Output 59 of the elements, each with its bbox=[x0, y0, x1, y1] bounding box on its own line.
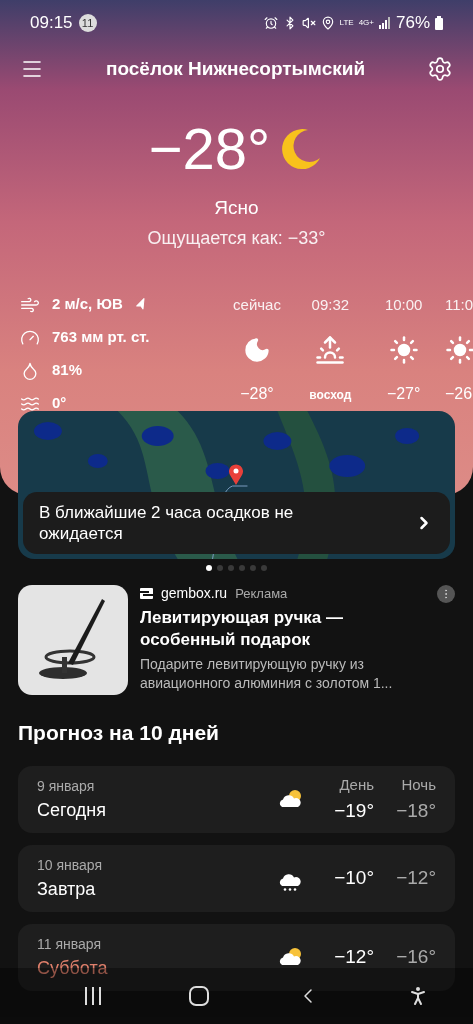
day-temperature: −12° bbox=[334, 945, 374, 970]
ad-title[interactable]: Левитирующая ручка — особенный подарок bbox=[140, 606, 440, 651]
forecast-row[interactable]: 10 января Завтра −10° −12° bbox=[18, 845, 455, 912]
battery-icon bbox=[435, 16, 443, 30]
night-temperature: −12° bbox=[396, 866, 436, 891]
sunrise-icon bbox=[315, 334, 346, 365]
condition-text: Ясно bbox=[214, 196, 259, 220]
current-temperature: −28° bbox=[148, 115, 271, 183]
network-label: LTE bbox=[339, 19, 354, 27]
forecast-day-name: Суббота bbox=[37, 956, 109, 980]
weather-detail: 763 мм рт. ст. bbox=[52, 327, 150, 348]
alarm-icon bbox=[263, 16, 278, 30]
night-temperature: −18° bbox=[396, 798, 436, 823]
weather-detail: 2 м/с, ЮВ bbox=[52, 294, 123, 315]
day-header: День bbox=[339, 775, 374, 795]
location-pin-icon bbox=[228, 462, 244, 485]
hour-temperature: −28° bbox=[240, 383, 274, 404]
weather-detail: 81% bbox=[52, 360, 83, 381]
more-button[interactable] bbox=[437, 584, 455, 603]
night-header: Ночь bbox=[401, 775, 436, 795]
mute-icon bbox=[301, 16, 316, 30]
day-temperature: −10° bbox=[334, 866, 374, 891]
feels-like-text: Ощущается как: −33° bbox=[147, 226, 326, 250]
forecast-day-name: Завтра bbox=[37, 877, 97, 901]
home-button[interactable] bbox=[189, 986, 210, 1006]
hour-label: 09:32 bbox=[311, 294, 350, 315]
battery-percent: 76% bbox=[395, 12, 430, 35]
day-temperature: −19° bbox=[334, 798, 374, 823]
weather-detail: 0° bbox=[52, 393, 67, 414]
forecast-date: 11 января bbox=[37, 934, 102, 954]
network-label: 4G+ bbox=[358, 19, 374, 27]
ad-label: Реклама bbox=[235, 584, 288, 603]
forecast-date: 10 января bbox=[37, 855, 104, 875]
forecast-row[interactable]: 11 января Суббота −12° −16° bbox=[18, 924, 455, 991]
location-title: посёлок Нижнесортымский bbox=[105, 56, 366, 81]
clock-time: 09:15 bbox=[30, 12, 73, 35]
hour-label: 10:00 bbox=[384, 294, 423, 315]
location-icon bbox=[320, 16, 335, 30]
recent-apps-button[interactable] bbox=[83, 987, 104, 1005]
hour-label: сейчас bbox=[233, 294, 281, 315]
forecast-row[interactable]: 9 января Сегодня День −19° Ночь −18° bbox=[18, 766, 455, 833]
event-label: восход bbox=[309, 386, 352, 404]
sun-icon bbox=[388, 334, 419, 365]
hour-temperature: −26 bbox=[445, 383, 473, 404]
notification-badge: 11 bbox=[78, 14, 97, 32]
moon-icon bbox=[243, 335, 271, 364]
hour-temperature: −27° bbox=[386, 383, 421, 404]
forecast-date: 9 января bbox=[37, 776, 96, 796]
site-logo-icon bbox=[140, 588, 153, 599]
hour-label: 11:0 bbox=[445, 294, 473, 315]
forecast-day-name: Сегодня bbox=[37, 798, 107, 822]
signal-icon bbox=[378, 17, 391, 29]
nowcast-banner[interactable]: В ближайшие 2 часа осадков не ожидается bbox=[23, 491, 450, 554]
ad-description: Подарите левитирующую ручку из авиационного алюминия с золотом 1... bbox=[140, 654, 394, 693]
ad-domain[interactable]: gembox.ru bbox=[161, 583, 228, 604]
section-heading: Прогноз на 10 дней bbox=[17, 719, 220, 746]
night-temperature: −16° bbox=[396, 945, 436, 970]
sun-icon bbox=[445, 334, 473, 365]
settings-button[interactable] bbox=[427, 56, 453, 82]
